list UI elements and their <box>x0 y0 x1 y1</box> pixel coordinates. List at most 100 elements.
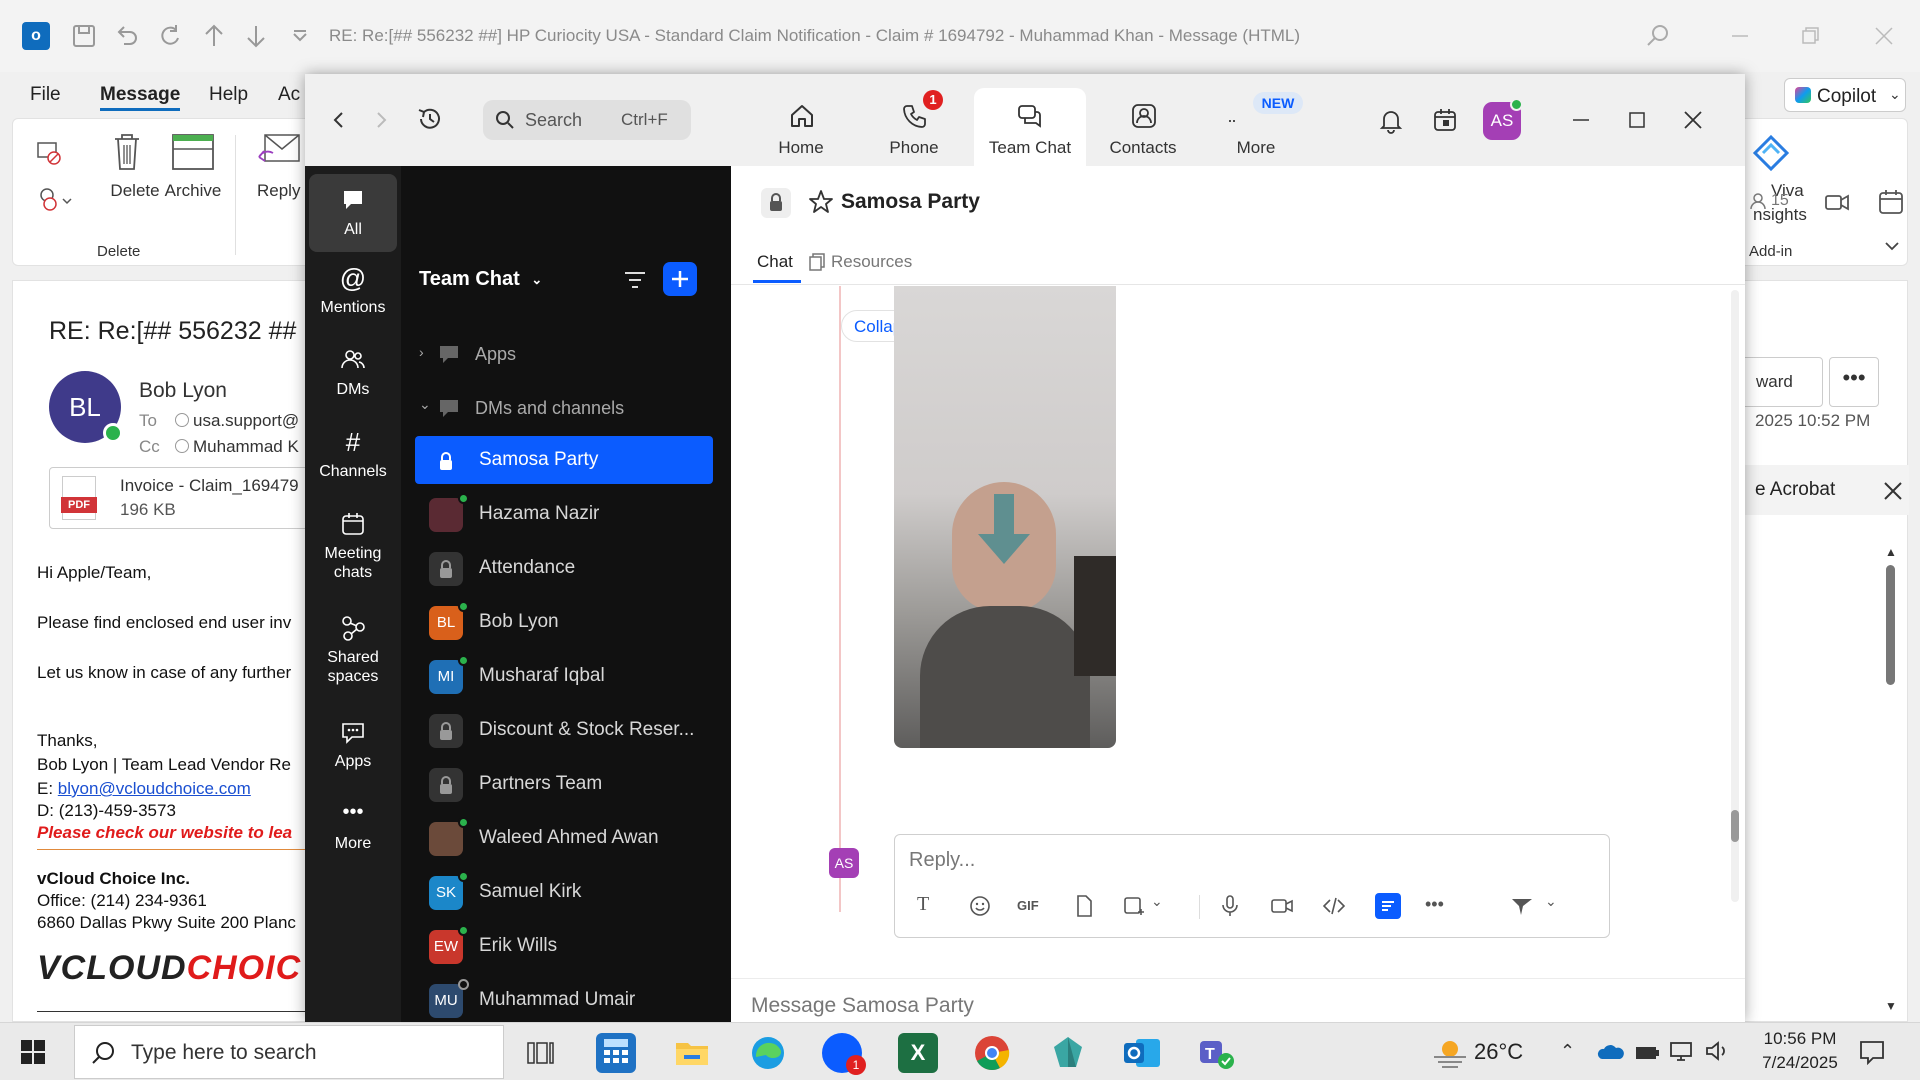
clock-time[interactable]: 10:56 PM <box>1750 1029 1850 1049</box>
minimize-icon[interactable] <box>1567 106 1595 134</box>
restore-icon[interactable] <box>1796 22 1824 50</box>
rail-channels[interactable]: # Channels <box>309 428 397 481</box>
tab-chat[interactable]: Chat <box>753 244 807 284</box>
diamond-app-icon[interactable] <box>1048 1033 1088 1073</box>
edge-icon[interactable] <box>748 1033 788 1073</box>
sender-name[interactable]: Bob Lyon <box>139 379 227 403</box>
archive-icon[interactable] <box>171 131 215 173</box>
history-icon[interactable] <box>415 104 445 134</box>
gif-icon[interactable]: GIF <box>1017 893 1043 919</box>
rail-shared-spaces[interactable]: Shared spaces <box>309 614 397 686</box>
calendar-icon[interactable] <box>1877 188 1905 216</box>
section-apps[interactable]: › Apps <box>419 338 699 374</box>
rail-meeting-chats[interactable]: Meeting chats <box>309 510 397 582</box>
forward-button[interactable]: ward <box>1735 357 1823 407</box>
nav-more[interactable]: ·· NEW More <box>1203 88 1309 166</box>
menu-help[interactable]: Help <box>209 84 248 106</box>
excel-icon[interactable]: X <box>898 1033 938 1073</box>
notifications-bell-icon[interactable] <box>1377 106 1405 134</box>
temperature[interactable]: 26°C <box>1474 1039 1523 1065</box>
summary-icon[interactable] <box>1375 893 1401 919</box>
battery-icon[interactable] <box>1634 1041 1660 1063</box>
notification-center-icon[interactable] <box>1858 1039 1886 1065</box>
customize-toolbar-icon[interactable] <box>286 22 314 50</box>
close-icon[interactable] <box>1870 22 1898 50</box>
list-header[interactable]: Team Chat ⌄ <box>419 268 542 291</box>
clock-date[interactable]: 7/24/2025 <box>1750 1053 1850 1073</box>
close-icon[interactable] <box>1679 106 1707 134</box>
more-actions-button[interactable]: ••• <box>1829 357 1879 407</box>
nav-phone[interactable]: 1 Phone <box>861 88 967 166</box>
scrollbar-thumb[interactable] <box>1731 810 1739 842</box>
close-icon[interactable] <box>1883 481 1903 501</box>
ribbon-collapse-icon[interactable] <box>1881 235 1903 257</box>
maximize-icon[interactable] <box>1623 106 1651 134</box>
minimize-icon[interactable] <box>1726 22 1754 50</box>
code-icon[interactable] <box>1321 893 1347 919</box>
weather-icon[interactable] <box>1430 1035 1470 1069</box>
calendar-icon[interactable] <box>1431 106 1459 134</box>
chat-list-item[interactable]: Samosa Party <box>415 436 713 484</box>
reply-icon[interactable] <box>255 131 305 173</box>
filter-icon[interactable] <box>621 266 649 294</box>
tab-resources[interactable]: Resources <box>807 244 927 284</box>
chevron-down-icon[interactable]: ⌄ <box>1545 893 1571 919</box>
reply-label[interactable]: Reply <box>257 181 300 201</box>
undo-icon[interactable] <box>112 22 140 50</box>
chat-list-item[interactable]: Attendance <box>415 544 713 592</box>
save-icon[interactable] <box>70 22 98 50</box>
calculator-icon[interactable] <box>596 1033 636 1073</box>
microphone-icon[interactable] <box>1217 893 1243 919</box>
star-icon[interactable] <box>807 188 835 216</box>
channel-name[interactable]: Samosa Party <box>841 190 980 214</box>
chat-list-item[interactable]: EW Erik Wills <box>415 922 713 970</box>
menu-file[interactable]: File <box>30 84 61 106</box>
cc-value[interactable]: Muhammad K <box>193 437 299 457</box>
zoom-app-icon[interactable]: 1 <box>822 1033 866 1075</box>
menu-message[interactable]: Message <box>100 84 181 111</box>
block-sender-icon[interactable] <box>35 185 75 213</box>
task-view-icon[interactable] <box>520 1033 560 1073</box>
teams-icon[interactable]: T <box>1196 1033 1236 1073</box>
mail-scrollbar[interactable]: ▲ ▼ <box>1883 545 1899 1015</box>
send-icon[interactable] <box>1509 893 1535 919</box>
onedrive-icon[interactable] <box>1596 1041 1624 1061</box>
rail-more[interactable]: ••• More <box>309 800 397 853</box>
video-message-icon[interactable] <box>1269 893 1295 919</box>
video-icon[interactable] <box>1823 188 1851 216</box>
chrome-icon[interactable] <box>972 1033 1012 1073</box>
signature-email-link[interactable]: blyon@vcloudchoice.com <box>58 779 251 798</box>
search-box[interactable]: Search Ctrl+F <box>483 100 691 140</box>
to-value[interactable]: usa.support@ <box>193 411 299 431</box>
rail-apps[interactable]: Apps <box>309 718 397 771</box>
reply-input[interactable]: Reply... <box>909 849 975 872</box>
rail-mentions[interactable]: @ Mentions <box>309 264 397 317</box>
back-icon[interactable] <box>325 106 353 134</box>
menu-actions[interactable]: Ac <box>278 84 300 106</box>
outlook-app-icon[interactable] <box>1122 1033 1162 1073</box>
chevron-down-icon[interactable]: ⌄ <box>1151 893 1177 919</box>
nav-team-chat[interactable]: Team Chat <box>974 88 1086 166</box>
signature-notice[interactable]: Please check our website to lea <box>37 823 292 843</box>
chat-list-item[interactable]: Hazama Nazir <box>415 490 713 538</box>
rail-all[interactable]: All <box>309 174 397 252</box>
network-icon[interactable] <box>1668 1039 1696 1063</box>
emoji-icon[interactable] <box>967 893 993 919</box>
show-hidden-icons[interactable]: ⌃ <box>1560 1041 1575 1062</box>
nav-home[interactable]: Home <box>748 88 854 166</box>
nav-contacts[interactable]: Contacts <box>1090 88 1196 166</box>
chat-scrollbar[interactable] <box>1731 290 1739 902</box>
forward-icon[interactable] <box>367 106 395 134</box>
text-format-icon[interactable]: T <box>917 893 943 919</box>
archive-label[interactable]: Archive <box>165 181 222 201</box>
chat-list-item[interactable]: BL Bob Lyon <box>415 598 713 646</box>
message-input[interactable]: Message Samosa Party <box>751 994 974 1018</box>
viva-insights-icon[interactable] <box>1749 131 1793 175</box>
volume-icon[interactable] <box>1704 1039 1732 1063</box>
chat-list-item[interactable]: Discount & Stock Reser... <box>415 706 713 754</box>
windows-start-icon[interactable] <box>20 1039 46 1065</box>
redo-icon[interactable] <box>156 22 184 50</box>
screenshot-icon[interactable] <box>1121 893 1147 919</box>
attachment-card[interactable]: PDF Invoice - Claim_169479 196 KB <box>49 467 319 529</box>
more-options-icon[interactable]: ••• <box>1425 893 1451 919</box>
